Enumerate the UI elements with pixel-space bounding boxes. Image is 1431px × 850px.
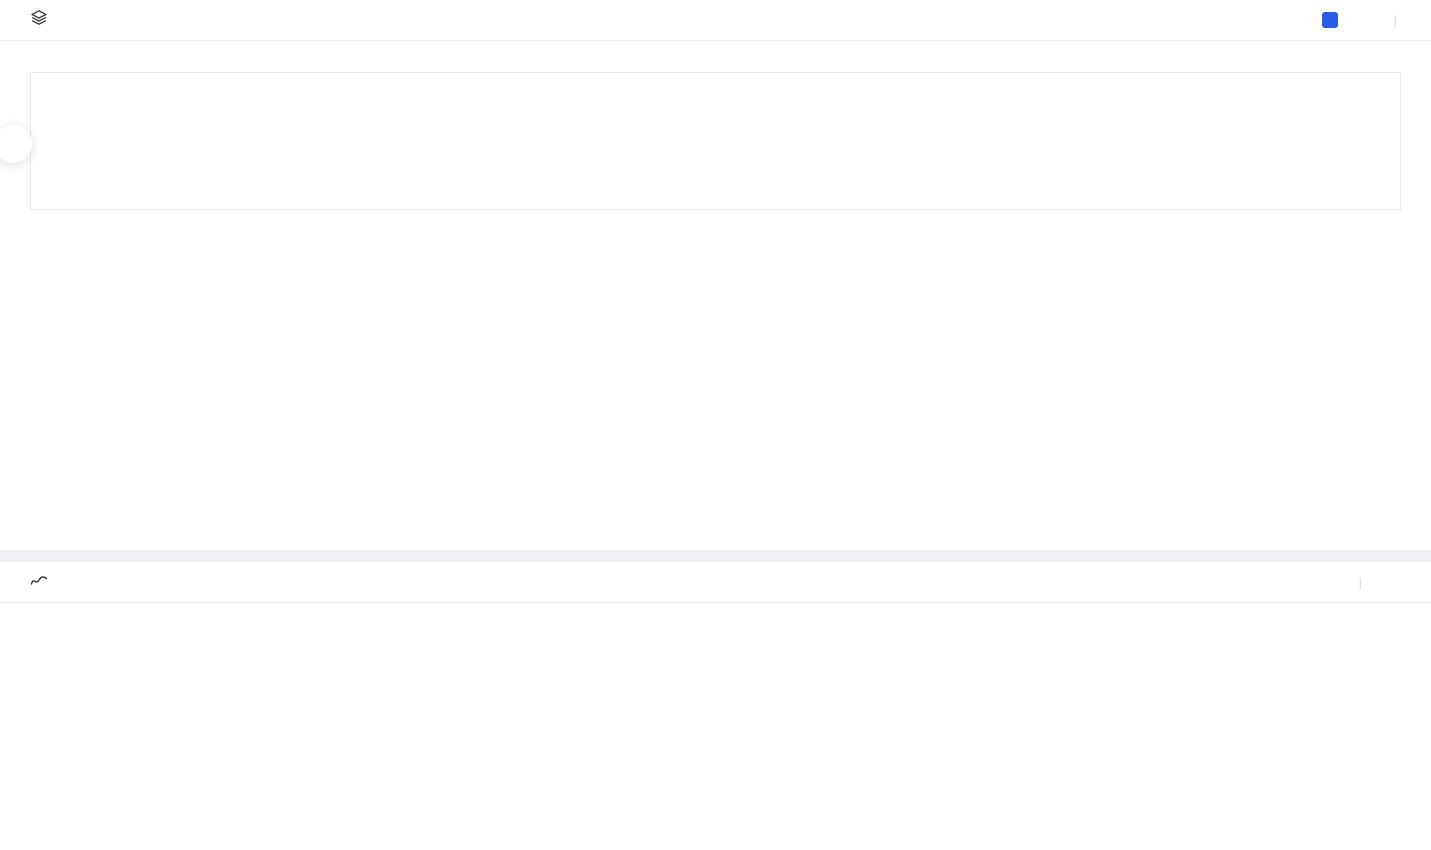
dashboard-page: { "colors": { "brand_blue": "#2B5CE8", "… — [0, 0, 1431, 850]
cards-prev-button[interactable] — [0, 125, 32, 163]
line-chart-icon — [30, 571, 48, 594]
layers-icon — [30, 9, 48, 32]
traffic-header-controls: | — [1349, 575, 1405, 590]
overall-header: | — [0, 0, 1431, 41]
metric-cards-row — [30, 72, 1401, 210]
overall-header-controls: | — [1322, 12, 1405, 28]
traffic-dashboard-section: | — [0, 562, 1431, 850]
traffic-trend-chart — [0, 700, 930, 850]
traffic-source-panel — [945, 642, 1405, 699]
overall-dashboard-section: | — [0, 0, 1431, 550]
view-toggle-divider: | — [1394, 13, 1397, 28]
traffic-header: | — [0, 562, 1431, 603]
overall-trend-chart — [0, 258, 1431, 523]
tab-divider: | — [1359, 575, 1362, 590]
shop-source-link[interactable] — [1400, 642, 1405, 657]
peer-compare-checkbox[interactable] — [1322, 12, 1338, 28]
